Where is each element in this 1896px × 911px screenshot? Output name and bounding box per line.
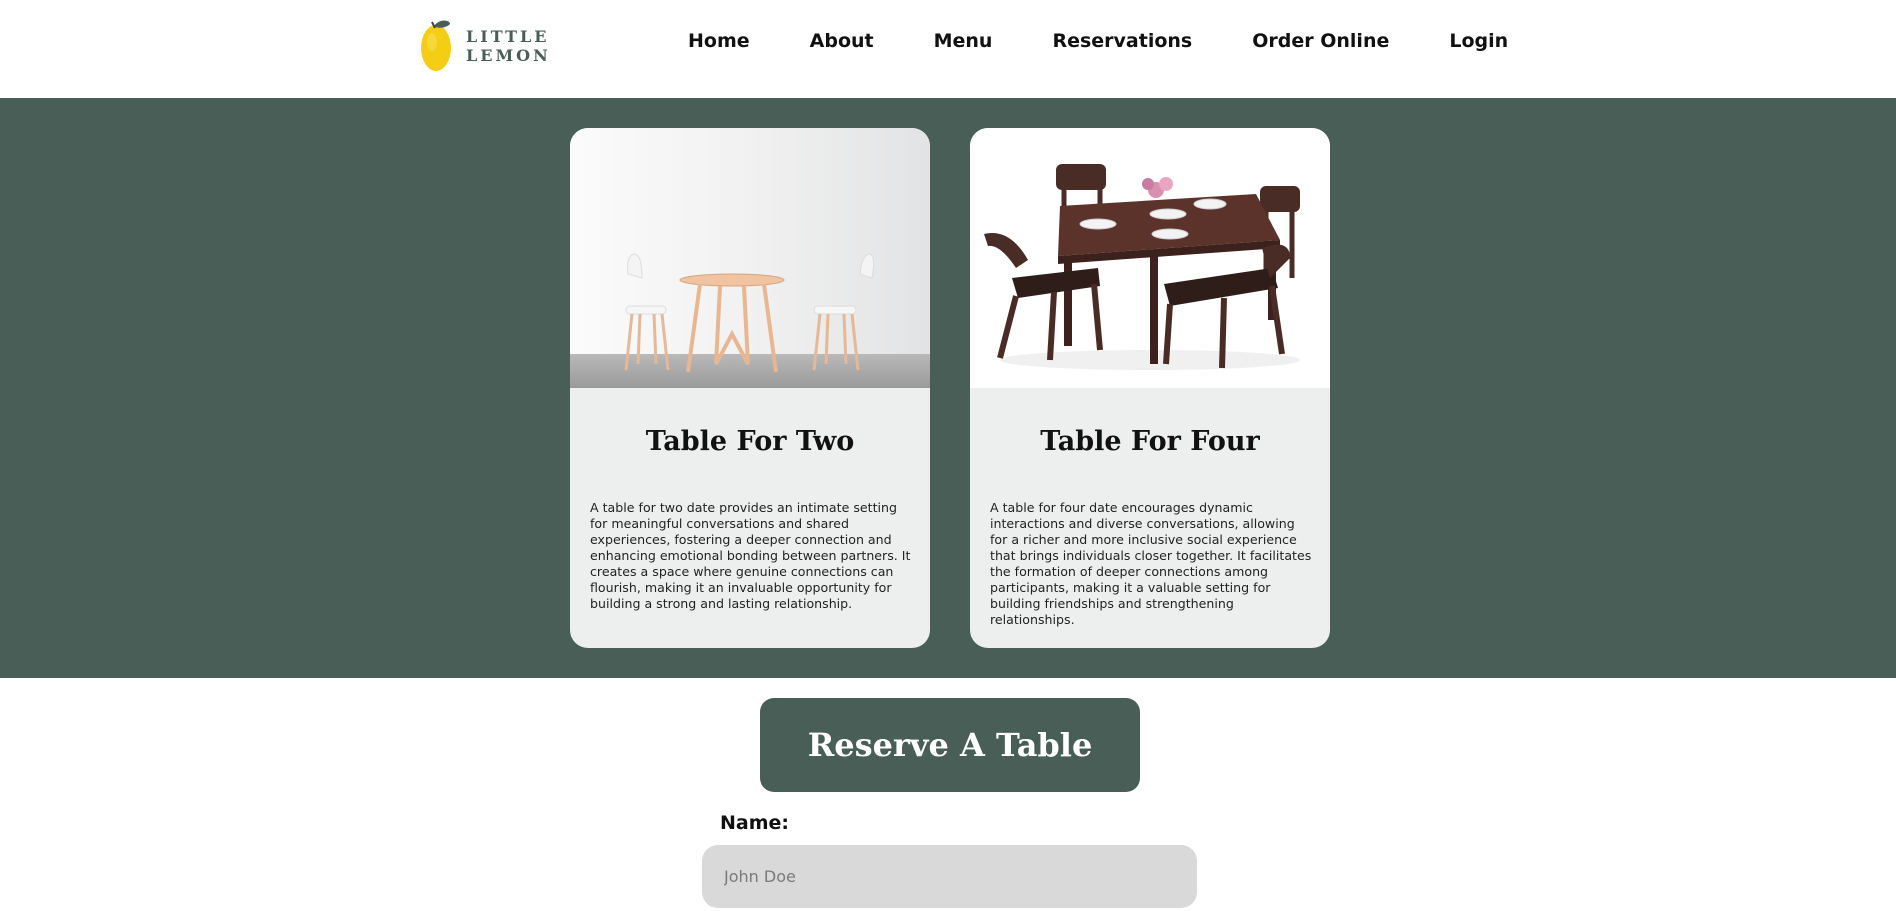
nav-login-link[interactable]: Login xyxy=(1449,30,1508,52)
main-nav: Home About Menu Reservations Order Onlin… xyxy=(688,30,1508,52)
reserve-table-button[interactable]: Reserve A Table xyxy=(760,698,1140,792)
name-input[interactable] xyxy=(702,845,1197,908)
site-header: LITTLE LEMON Home About Menu Reservation… xyxy=(0,0,1896,98)
name-label: Name: xyxy=(720,812,790,834)
card-title: Table For Four xyxy=(1040,426,1260,457)
tables-section xyxy=(0,98,1896,678)
lemon-icon xyxy=(420,18,456,74)
table-for-four-image xyxy=(970,128,1330,388)
table-for-two-image xyxy=(570,128,930,388)
nav-reservations-link[interactable]: Reservations xyxy=(1052,30,1192,52)
card-description: A table for four date encourages dynamic… xyxy=(990,500,1312,627)
card-title: Table For Two xyxy=(645,426,855,457)
nav-menu-link[interactable]: Menu xyxy=(934,30,993,52)
logo[interactable]: LITTLE LEMON xyxy=(420,18,620,74)
nav-order-online-link[interactable]: Order Online xyxy=(1252,30,1389,52)
nav-about-link[interactable]: About xyxy=(810,30,874,52)
card-description: A table for two date provides an intimat… xyxy=(590,500,911,611)
logo-text: LITTLE LEMON xyxy=(466,27,551,65)
nav-home-link[interactable]: Home xyxy=(688,30,750,52)
table-for-four-card: Table For Four A table for four date enc… xyxy=(970,128,1330,648)
table-for-two-card: Table For Two A table for two date provi… xyxy=(570,128,930,648)
